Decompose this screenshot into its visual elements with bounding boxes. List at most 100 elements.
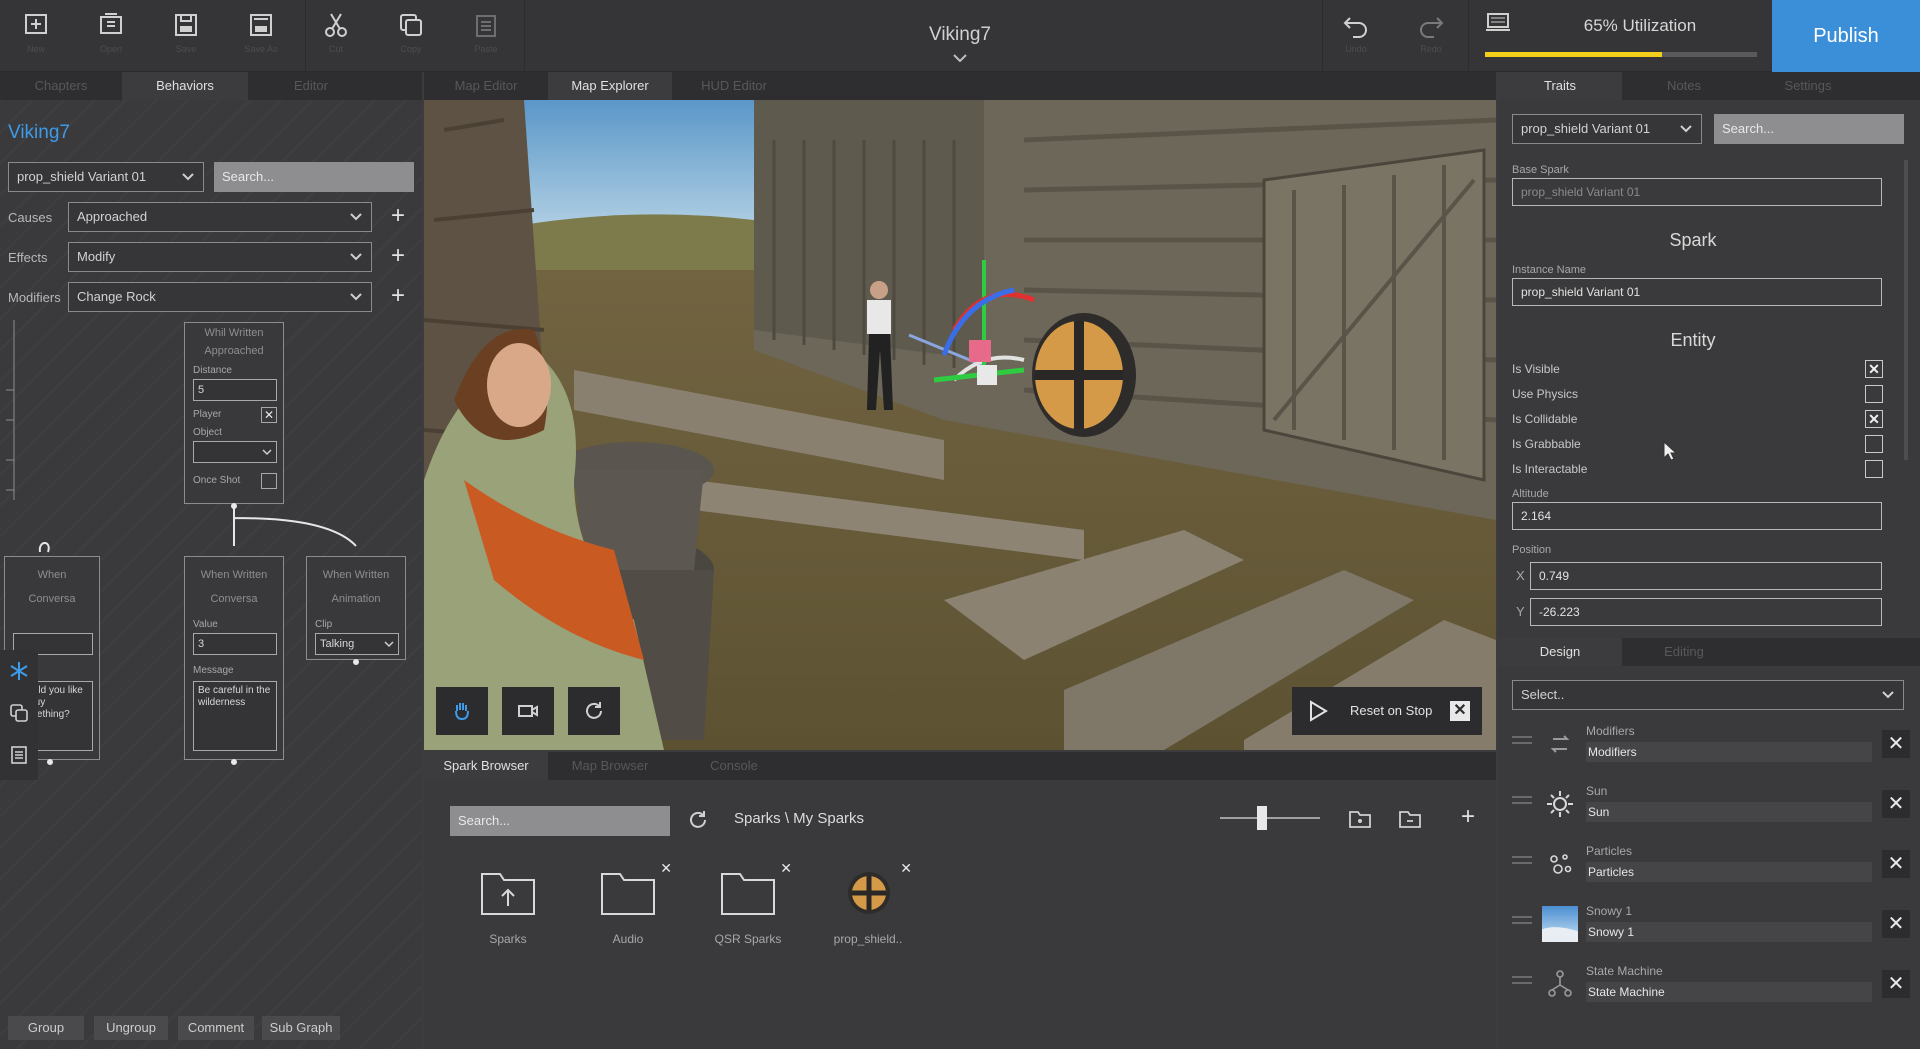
tab-map-editor[interactable]: Map Editor [424,72,548,100]
copy-button[interactable]: Copy [385,10,437,64]
breadcrumb[interactable]: Sparks \ My Sparks [734,810,864,827]
traits-object-selector[interactable]: prop_shield Variant 01 [1512,114,1702,144]
drag-handle[interactable] [1512,976,1532,988]
spark-search-input[interactable]: Search... [450,806,670,836]
scene-viewport[interactable] [424,100,1496,750]
document-title[interactable]: Viking7 [860,24,1060,46]
is-collidable-checkbox[interactable]: ✕ [1865,410,1883,428]
tab-editor[interactable]: Editor [248,72,374,100]
publish-button[interactable]: Publish [1772,0,1920,72]
modifiers-icon [1550,735,1570,753]
component-row[interactable]: State Machine State Machine ✕ [1512,960,1912,1008]
component-field[interactable]: Particles [1586,862,1872,882]
position-y-input[interactable]: -26.223 [1530,598,1882,626]
tab-chapters[interactable]: Chapters [0,72,122,100]
altitude-label: Altitude [1512,488,1549,500]
component-row[interactable]: Snowy 1 Snowy 1 ✕ [1512,900,1912,948]
altitude-input[interactable]: 2.164 [1512,502,1882,530]
snowflake-button[interactable] [0,650,38,692]
remove-asset-button[interactable]: ✕ [780,860,792,877]
tab-map-explorer[interactable]: Map Explorer [548,72,672,100]
remove-component-button[interactable]: ✕ [1882,910,1910,938]
drag-handle[interactable] [1512,916,1532,928]
position-x-input[interactable]: 0.749 [1530,562,1882,590]
instance-name-input[interactable]: prop_shield Variant 01 [1512,278,1882,306]
tab-design[interactable]: Design [1498,638,1622,666]
redo-button[interactable]: Redo [1405,10,1457,64]
traits-search-input[interactable]: Search... [1714,114,1904,144]
notes-icon [11,746,27,764]
component-row[interactable]: Modifiers Modifiers ✕ [1512,720,1912,768]
refresh-icon[interactable] [686,808,710,832]
tab-console[interactable]: Console [672,752,796,780]
reset-view-button[interactable] [568,687,620,735]
new-folder-icon[interactable] [1398,808,1422,830]
component-field[interactable]: Sun [1586,802,1872,822]
instance-name-label: Instance Name [1512,264,1586,276]
chevron-down-icon[interactable] [951,52,969,64]
undo-button[interactable]: Undo [1330,10,1382,64]
drag-handle[interactable] [1512,856,1532,868]
add-component-dropdown[interactable]: Select.. [1512,680,1904,710]
paste-button[interactable]: Paste [460,10,512,64]
component-row[interactable]: Sun Sun ✕ [1512,780,1912,828]
remove-asset-button[interactable]: ✕ [660,860,672,877]
notes-button[interactable] [0,734,38,776]
tab-map-browser[interactable]: Map Browser [548,752,672,780]
shield-thumbnail-icon [848,872,890,914]
ungroup-button[interactable]: Ungroup [94,1016,168,1040]
cut-button[interactable]: Cut [310,10,362,64]
thumbnail-size-slider[interactable] [1220,817,1320,819]
remove-asset-button[interactable]: ✕ [900,860,912,877]
reset-on-stop-label: Reset on Stop [1350,703,1433,718]
component-field[interactable]: Snowy 1 [1586,922,1872,942]
asset-item[interactable]: ✕ QSR Sparks [698,860,798,950]
new-scene-button[interactable]: New [10,10,62,64]
tab-editing[interactable]: Editing [1622,638,1746,666]
component-field[interactable]: Modifiers [1586,742,1872,762]
traits-panel: prop_shield Variant 01 Search... Base Sp… [1498,100,1920,1049]
save-button[interactable]: Save [160,10,212,64]
tab-spark-browser[interactable]: Spark Browser [424,752,548,780]
save-as-button[interactable]: Save As [235,10,287,64]
open-scene-button[interactable]: Open [85,10,137,64]
asset-item[interactable]: Sparks [458,860,558,950]
traits-scrollbar[interactable] [1904,160,1908,460]
play-icon[interactable] [1306,699,1330,723]
spark-browser: Search... Sparks \ My Sparks + Sparks ✕ … [424,780,1496,1049]
is-visible-checkbox[interactable]: ✕ [1865,360,1883,378]
traits-selector-value: prop_shield Variant 01 [1521,121,1651,136]
reset-on-stop-checkbox[interactable]: ✕ [1450,701,1470,721]
tab-settings[interactable]: Settings [1746,72,1870,100]
remove-component-button[interactable]: ✕ [1882,730,1910,758]
remove-component-button[interactable]: ✕ [1882,850,1910,878]
group-button[interactable]: Group [8,1016,84,1040]
tab-notes[interactable]: Notes [1622,72,1746,100]
import-folder-icon[interactable] [1348,808,1372,830]
asset-item[interactable]: ✕ Audio [578,860,678,950]
duplicate-button[interactable] [0,692,38,734]
open-scene-icon [100,13,122,34]
sub-graph-button[interactable]: Sub Graph [262,1016,340,1040]
camera-button[interactable] [502,687,554,735]
undo-icon [1343,17,1367,38]
component-field[interactable]: State Machine [1586,982,1872,1002]
hand-tool-button[interactable] [436,687,488,735]
is-interactable-checkbox[interactable] [1865,460,1883,478]
tab-traits[interactable]: Traits [1498,72,1622,100]
drag-handle[interactable] [1512,736,1532,748]
tab-hud-editor[interactable]: HUD Editor [672,72,796,100]
slider-thumb[interactable] [1257,806,1267,830]
tab-behaviors[interactable]: Behaviors [122,72,248,100]
scene-render [424,100,1496,750]
asset-item[interactable]: ✕ prop_shield.. [818,860,918,950]
add-spark-button[interactable]: + [1456,805,1480,830]
use-physics-checkbox[interactable] [1865,385,1883,403]
utilization-label: 65% Utilization [1583,16,1697,35]
is-grabbable-checkbox[interactable] [1865,435,1883,453]
remove-component-button[interactable]: ✕ [1882,970,1910,998]
comment-button[interactable]: Comment [178,1016,254,1040]
component-row[interactable]: Particles Particles ✕ [1512,840,1912,888]
drag-handle[interactable] [1512,796,1532,808]
remove-component-button[interactable]: ✕ [1882,790,1910,818]
